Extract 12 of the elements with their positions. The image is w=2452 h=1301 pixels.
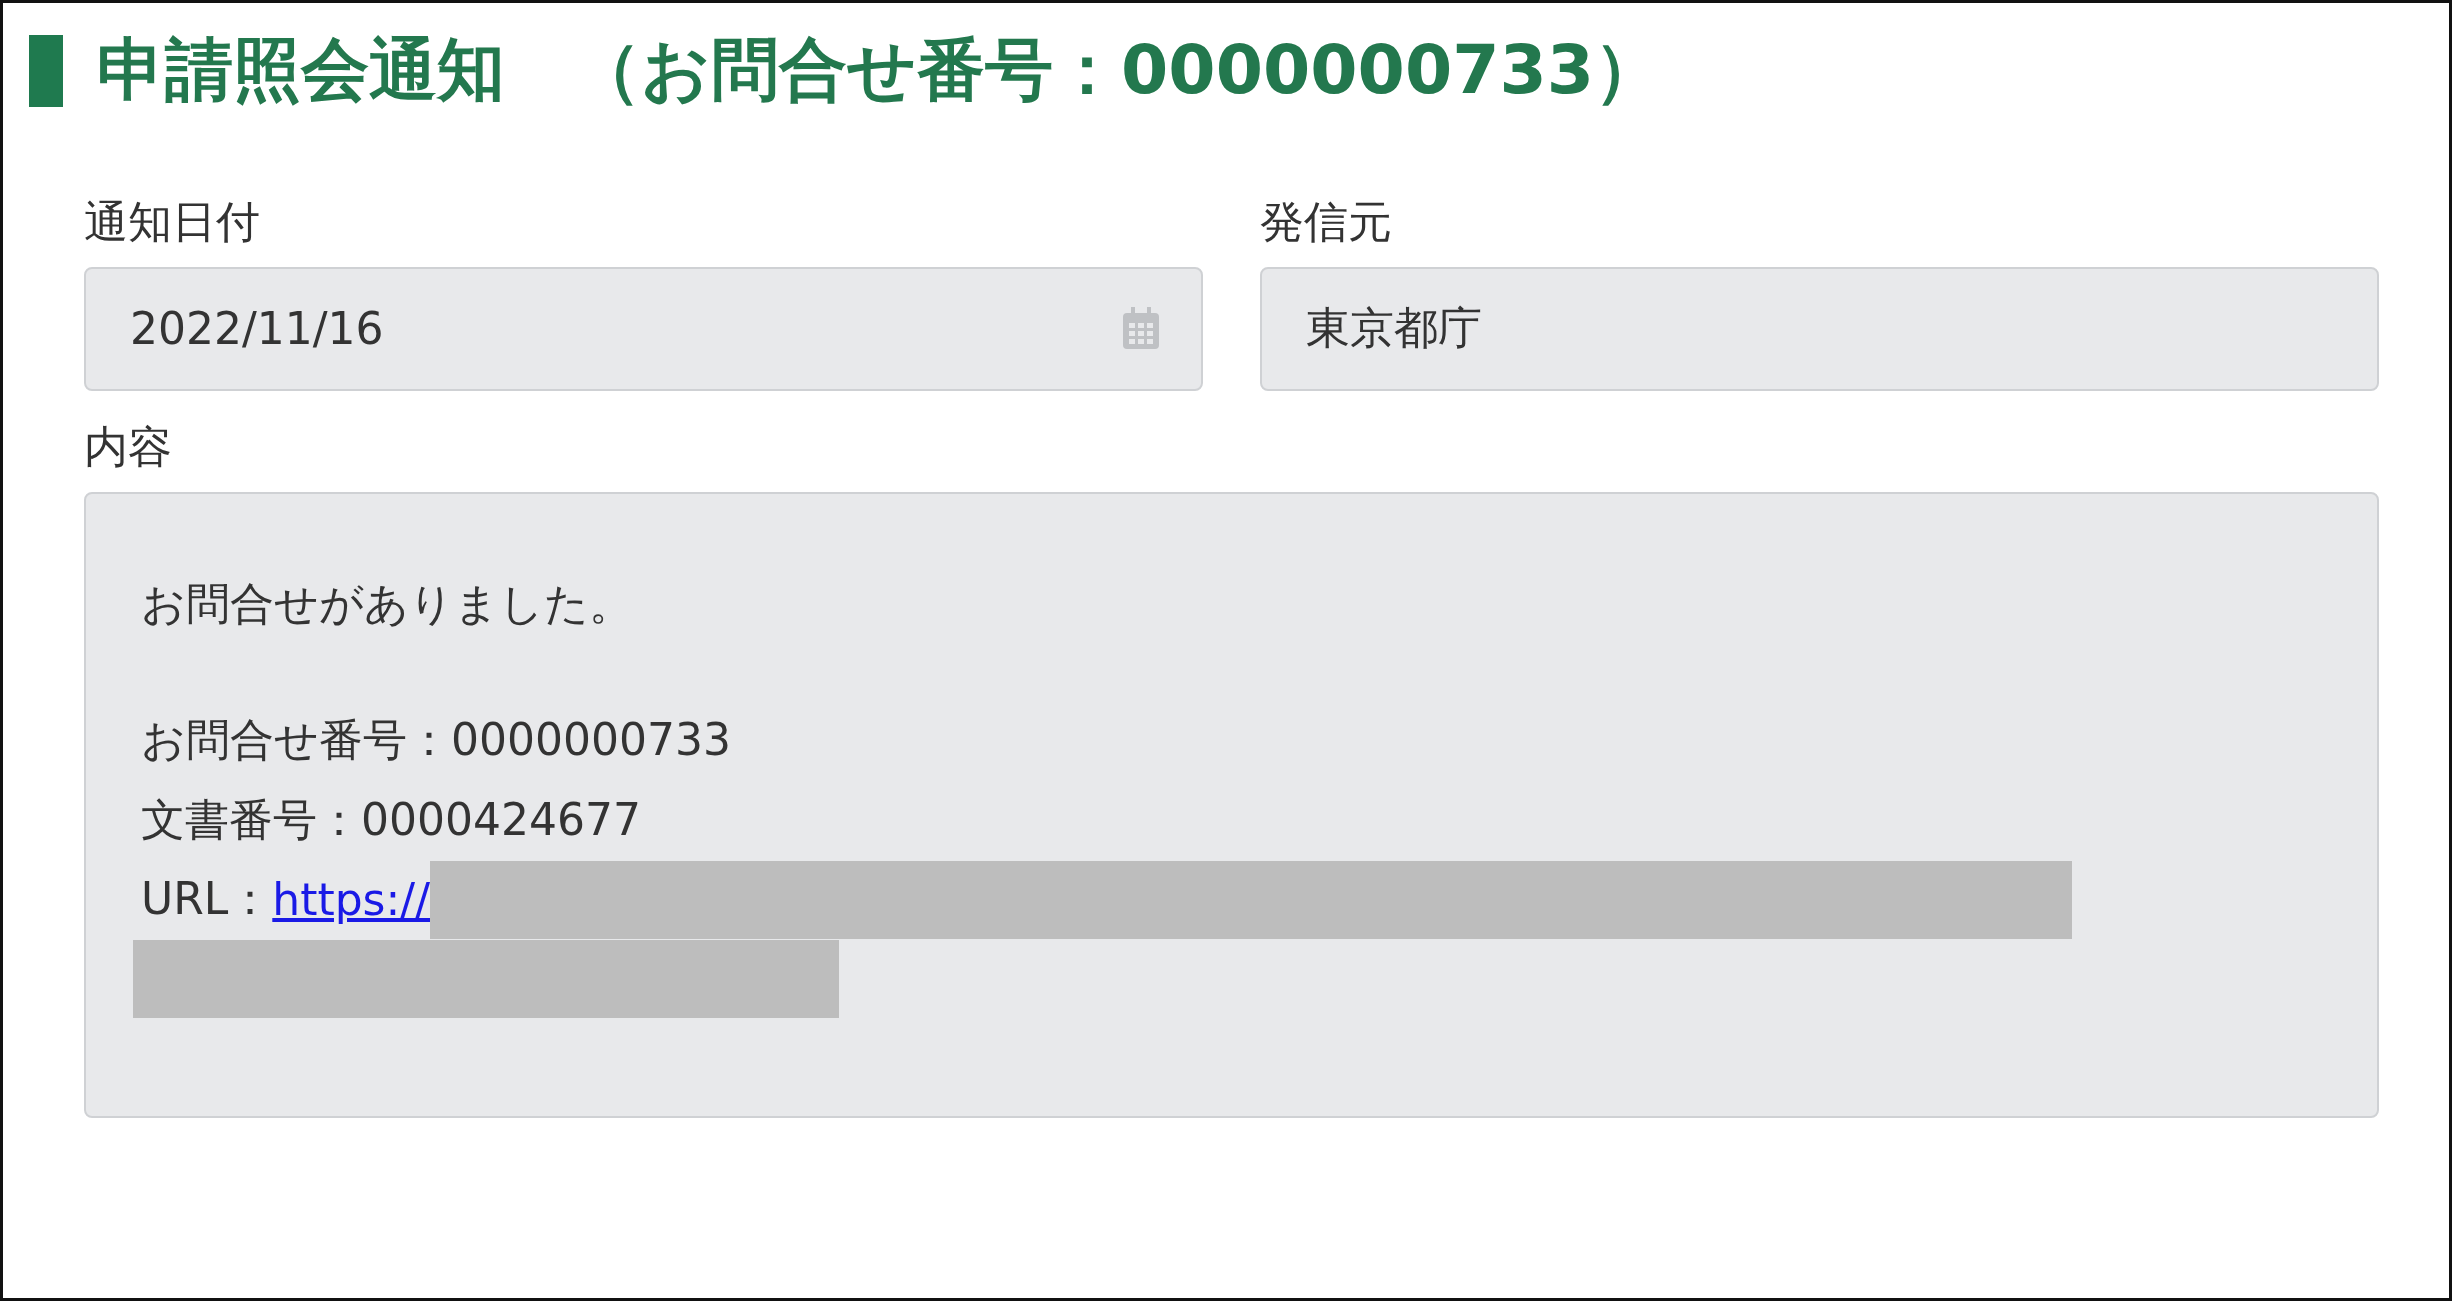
message-line: お問合せ番号：0000000733	[141, 712, 731, 767]
url-label: URL：	[141, 872, 273, 927]
field-label: 発信元	[1260, 196, 1392, 249]
message-line: 文書番号：0000424677	[141, 792, 641, 847]
message-line: お問合せがありました。	[141, 576, 633, 631]
calendar-icon[interactable]	[1121, 306, 1161, 351]
field-label: 内容	[84, 420, 172, 474]
page-title: 申請照会通知 （お問合せ番号：0000000733）	[97, 29, 1663, 111]
field-label: 通知日付	[84, 196, 260, 249]
text-field[interactable]: 東京都庁	[1260, 266, 2379, 391]
date-field[interactable]: 2022/11/16	[84, 266, 1203, 391]
url-link[interactable]: https://	[272, 874, 430, 926]
